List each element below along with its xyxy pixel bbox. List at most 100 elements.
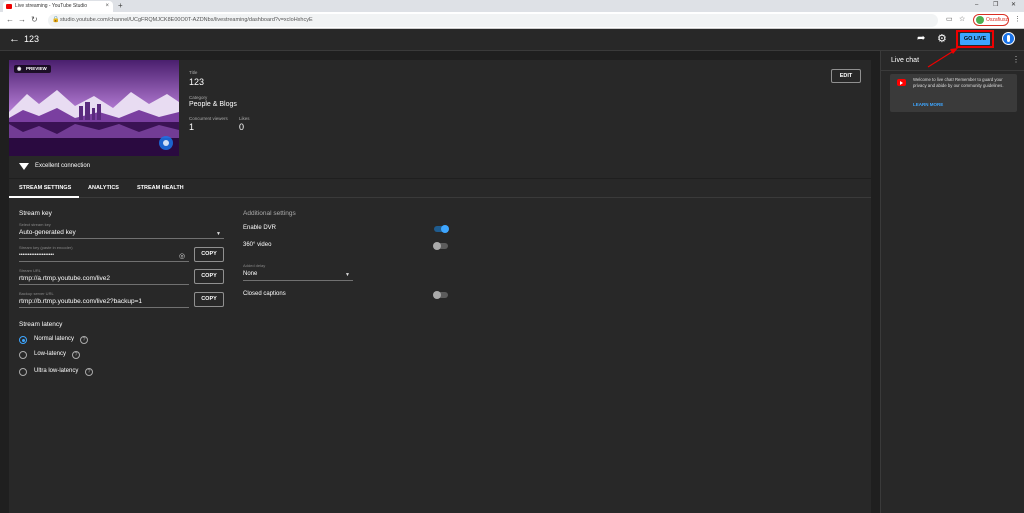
stream-key-underline — [19, 261, 189, 262]
stream-url-underline — [19, 284, 189, 285]
category-label: Category — [189, 95, 208, 100]
dropdown-arrow-icon[interactable]: ▼ — [345, 272, 350, 278]
share-icon[interactable]: ➦ — [917, 34, 925, 44]
window-close-button[interactable]: ✕ — [1011, 0, 1016, 11]
learn-more-link[interactable]: LEARN MORE — [913, 102, 943, 107]
toggle-knob — [433, 290, 441, 299]
chat-welcome-text: Welcome to live chat! Remember to guard … — [913, 77, 1004, 88]
preview-badge-label: PREVIEW — [26, 66, 47, 71]
stream-key-field[interactable]: •••••••••••••••••••• — [19, 252, 54, 258]
lock-icon: 🔒 — [52, 17, 60, 23]
added-delay-underline — [243, 280, 353, 281]
closed-captions-label: Closed captions — [243, 291, 286, 297]
cast-icon[interactable]: ▭ — [946, 15, 953, 25]
profile-button[interactable]: Oszafiusz — [973, 14, 1009, 26]
browser-tab-title: Live streaming - YouTube Studio — [15, 3, 88, 9]
stream-settings-panel: STREAM SETTINGS ANALYTICS STREAM HEALTH … — [9, 178, 871, 513]
gear-icon[interactable]: ⚙ — [937, 33, 947, 45]
browser-menu-icon[interactable]: ⋮ — [1014, 15, 1021, 23]
preview-image — [9, 60, 179, 156]
minimize-button[interactable]: – — [975, 0, 978, 11]
help-icon[interactable]: ? — [80, 336, 88, 344]
likes-label: Likes — [239, 116, 250, 121]
chat-header: Live chat ⋮ — [881, 51, 1024, 71]
added-delay-value[interactable]: None — [243, 271, 257, 277]
stream-key-label: Stream key (paste in encoder) — [19, 245, 73, 250]
title-label: Title — [189, 70, 198, 75]
low-latency-label[interactable]: Low-latency — [34, 351, 66, 357]
likes-value: 0 — [239, 122, 245, 132]
back-icon[interactable]: ← — [6, 15, 14, 25]
radio-normal-latency[interactable] — [19, 336, 27, 344]
video360-label: 360° video — [243, 242, 272, 248]
stream-url-field[interactable]: rtmp://a.rtmp.youtube.com/live2 — [19, 275, 110, 282]
viewers-value: 1 — [189, 122, 195, 132]
go-live-button[interactable]: GO LIVE — [960, 33, 990, 45]
help-icon[interactable]: ? — [85, 368, 93, 376]
viewers-label: Concurrent viewers — [189, 116, 228, 121]
page-title: 123 — [24, 34, 40, 44]
captions-toggle[interactable] — [433, 290, 448, 299]
video360-toggle[interactable] — [433, 241, 448, 250]
title-value: 123 — [189, 77, 205, 87]
enable-dvr-label: Enable DVR — [243, 225, 277, 231]
address-bar[interactable]: 🔒 studio.youtube.com/channel/UCgFRQMJCK8… — [48, 14, 938, 27]
tab-analytics[interactable]: ANALYTICS — [88, 185, 119, 191]
eye-icon: ◉ — [17, 66, 22, 72]
select-key-label: Select stream key — [19, 222, 51, 227]
added-delay-label: Added delay — [243, 263, 266, 268]
select-key-underline — [19, 238, 224, 239]
help-icon[interactable]: ? — [72, 351, 80, 359]
backup-url-field[interactable]: rtmp://b.rtmp.youtube.com/live2?backup=1 — [19, 298, 142, 305]
url-text: studio.youtube.com/channel/UCgFRQMJCK8E0… — [60, 17, 313, 23]
forward-icon[interactable]: → — [18, 15, 26, 25]
toggle-knob — [433, 241, 441, 250]
stream-info-panel: ◉ PREVIEW Excellent connection Title 123… — [9, 60, 871, 178]
bookmark-star-icon[interactable]: ☆ — [959, 15, 965, 25]
maximize-button[interactable]: ❐ — [993, 0, 998, 11]
live-chat-panel: Live chat ⋮ Welcome to live chat! Rememb… — [880, 51, 1024, 513]
copy-backup-url-button[interactable]: COPY — [194, 292, 224, 307]
category-value: People & Blogs — [189, 101, 237, 108]
youtube-logo-icon — [897, 79, 906, 86]
stream-url-label: Stream URL — [19, 268, 42, 273]
new-tab-button[interactable]: + — [118, 1, 123, 11]
profile-avatar-icon — [976, 16, 984, 24]
select-key-value[interactable]: Auto-generated key — [19, 229, 76, 236]
radio-ultra-low-latency[interactable] — [19, 368, 27, 376]
tab-stream-settings[interactable]: STREAM SETTINGS — [19, 185, 71, 191]
youtube-favicon-icon — [6, 4, 12, 9]
edit-button[interactable]: EDIT — [831, 69, 861, 83]
reload-icon[interactable]: ↻ — [31, 15, 38, 25]
preview-badge: ◉ PREVIEW — [14, 65, 51, 73]
studio-header: ← 123 ➦ ⚙ — [0, 29, 1024, 51]
stream-latency-heading: Stream latency — [19, 321, 63, 328]
browser-tab[interactable]: Live streaming - YouTube Studio × — [3, 1, 113, 12]
copy-stream-url-button[interactable]: COPY — [194, 269, 224, 284]
active-tab-indicator — [9, 196, 79, 198]
ultra-low-latency-label[interactable]: Ultra low-latency — [34, 368, 78, 374]
settings-tabs: STREAM SETTINGS ANALYTICS STREAM HEALTH — [9, 179, 871, 198]
chat-title: Live chat — [891, 57, 920, 64]
dropdown-arrow-icon[interactable]: ▼ — [216, 231, 221, 237]
back-arrow-icon[interactable]: ← — [9, 33, 20, 45]
copy-stream-key-button[interactable]: COPY — [194, 247, 224, 262]
tab-close-icon[interactable]: × — [105, 1, 109, 12]
radio-low-latency[interactable] — [19, 351, 27, 359]
stream-key-heading: Stream key — [19, 210, 52, 217]
tab-stream-health[interactable]: STREAM HEALTH — [137, 185, 184, 191]
backup-url-label: Backup server URL — [19, 291, 54, 296]
account-avatar[interactable] — [1002, 32, 1015, 45]
chat-menu-icon[interactable]: ⋮ — [1012, 55, 1020, 64]
connection-status: Excellent connection — [35, 163, 91, 169]
eye-off-icon[interactable]: ◎ — [179, 252, 185, 260]
main-content: ◉ PREVIEW Excellent connection Title 123… — [0, 51, 880, 513]
stream-preview[interactable]: ◉ PREVIEW — [9, 60, 179, 156]
browser-toolbar: ← → ↻ 🔒 studio.youtube.com/channel/UCgFR… — [0, 12, 1024, 29]
toggle-knob — [441, 224, 449, 233]
chat-welcome-message: Welcome to live chat! Remember to guard … — [890, 74, 1017, 112]
backup-url-underline — [19, 307, 189, 308]
additional-settings-heading: Additional settings — [243, 210, 296, 217]
normal-latency-label[interactable]: Normal latency — [34, 336, 74, 342]
dvr-toggle[interactable] — [434, 224, 449, 233]
